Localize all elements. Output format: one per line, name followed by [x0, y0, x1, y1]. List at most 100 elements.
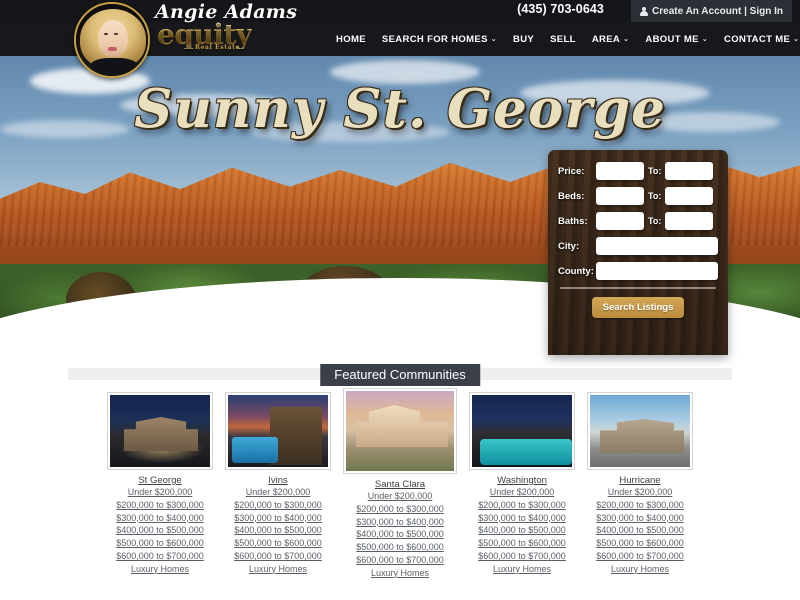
community-thumbnail[interactable]: [225, 392, 331, 470]
nav-item-contact-me[interactable]: CONTACT ME ⌄: [724, 34, 799, 45]
luxury-homes-link[interactable]: Luxury Homes: [470, 563, 574, 576]
price-range-link[interactable]: $300,000 to $400,000: [470, 512, 574, 525]
nav-item-sell[interactable]: SELL: [550, 34, 576, 45]
nav-label: HOME: [336, 33, 366, 45]
luxury-homes-link[interactable]: Luxury Homes: [226, 563, 330, 576]
price-range-link[interactable]: $200,000 to $300,000: [226, 499, 330, 512]
community-thumbnail[interactable]: [469, 392, 575, 470]
company-tagline: Real Estate: [195, 44, 240, 51]
hero-title: Sunny St. George: [134, 78, 666, 140]
property-search-panel: Price: To: Beds: To: Baths: To: City: Co…: [548, 150, 728, 355]
portrait-eye: [104, 33, 108, 35]
beds-min-input[interactable]: [596, 187, 644, 205]
price-range-link[interactable]: Under $200,000: [344, 490, 456, 503]
price-range-link[interactable]: $400,000 to $500,000: [226, 524, 330, 537]
price-range-link[interactable]: $600,000 to $700,000: [344, 554, 456, 567]
price-max-input[interactable]: [665, 162, 714, 180]
price-to-label: To:: [648, 166, 662, 176]
beds-max-input[interactable]: [665, 187, 714, 205]
price-label: Price:: [558, 165, 585, 177]
nav-label: CONTACT ME: [724, 33, 791, 45]
price-range-link[interactable]: $600,000 to $700,000: [108, 550, 212, 563]
nav-item-about-me[interactable]: ABOUT ME ⌄: [645, 34, 708, 45]
search-row-city: City:: [558, 237, 718, 255]
price-range-link[interactable]: $600,000 to $700,000: [226, 550, 330, 563]
price-range-link[interactable]: $600,000 to $700,000: [588, 550, 692, 563]
community-thumbnail[interactable]: [107, 392, 213, 470]
city-label: City:: [558, 240, 580, 252]
nav-item-area[interactable]: AREA ⌄: [592, 34, 630, 45]
nav-label: SELL: [550, 33, 576, 45]
phone-number[interactable]: (435) 703-0643: [517, 2, 604, 16]
search-row-county: County:: [558, 262, 718, 280]
thumbnail-image: [472, 395, 572, 467]
price-range-link[interactable]: $400,000 to $500,000: [108, 524, 212, 537]
luxury-homes-link[interactable]: Luxury Homes: [108, 563, 212, 576]
community-name-link[interactable]: Ivins: [226, 475, 330, 486]
nav-item-home[interactable]: HOME: [336, 34, 366, 45]
page-root: Sunny St. George Price: To: Beds: To: Ba…: [0, 0, 800, 600]
price-min-input[interactable]: [596, 162, 644, 180]
community-name-link[interactable]: Santa Clara: [344, 479, 456, 490]
luxury-homes-link[interactable]: Luxury Homes: [588, 563, 692, 576]
price-range-link[interactable]: $600,000 to $700,000: [470, 550, 574, 563]
price-range-link[interactable]: $200,000 to $300,000: [108, 499, 212, 512]
account-links-label: Create An Account | Sign In: [652, 5, 783, 17]
luxury-homes-link[interactable]: Luxury Homes: [344, 567, 456, 580]
beds-label: Beds:: [558, 190, 585, 202]
price-range-link[interactable]: $400,000 to $500,000: [470, 524, 574, 537]
agent-portrait: [74, 2, 150, 78]
community-name-link[interactable]: St George: [108, 475, 212, 486]
baths-min-input[interactable]: [596, 212, 644, 230]
featured-communities-list: St George Under $200,000 $200,000 to $30…: [0, 388, 800, 579]
portrait-lips: [108, 47, 117, 51]
price-range-link[interactable]: $500,000 to $600,000: [344, 541, 456, 554]
community-card: Santa Clara Under $200,000 $200,000 to $…: [343, 388, 457, 580]
community-name-link[interactable]: Washington: [470, 475, 574, 486]
price-range-link[interactable]: $200,000 to $300,000: [588, 499, 692, 512]
community-name-link[interactable]: Hurricane: [588, 475, 692, 486]
chevron-down-icon: ⌄: [701, 35, 709, 43]
community-card: Ivins Under $200,000 $200,000 to $300,00…: [225, 392, 331, 576]
price-range-link[interactable]: $300,000 to $400,000: [344, 516, 456, 529]
community-thumbnail[interactable]: [587, 392, 693, 470]
price-range-link[interactable]: $300,000 to $400,000: [108, 512, 212, 525]
price-range-link[interactable]: $200,000 to $300,000: [344, 503, 456, 516]
nav-label: AREA: [591, 33, 621, 45]
city-input[interactable]: [596, 237, 718, 255]
county-label: County:: [558, 265, 594, 277]
price-range-link[interactable]: Under $200,000: [108, 486, 212, 499]
price-range-link[interactable]: $400,000 to $500,000: [344, 528, 456, 541]
portrait-eye: [114, 33, 118, 35]
community-thumbnail[interactable]: [343, 388, 457, 474]
person-icon: [640, 6, 649, 16]
price-range-link[interactable]: $500,000 to $600,000: [108, 537, 212, 550]
baths-max-input[interactable]: [665, 212, 714, 230]
nav-label: SEARCH FOR HOMES: [381, 33, 488, 45]
community-card: Hurricane Under $200,000 $200,000 to $30…: [587, 392, 693, 576]
chevron-down-icon: ⌄: [623, 35, 630, 43]
thumbnail-image: [590, 395, 690, 467]
price-range-link[interactable]: $500,000 to $600,000: [470, 537, 574, 550]
price-range-link[interactable]: $300,000 to $400,000: [588, 512, 692, 525]
price-range-link[interactable]: Under $200,000: [470, 486, 574, 499]
search-row-beds: Beds: To:: [558, 187, 718, 205]
portrait-face: [98, 20, 128, 57]
nav-label: BUY: [513, 33, 535, 45]
search-listings-button[interactable]: Search Listings: [591, 297, 685, 318]
account-links[interactable]: Create An Account | Sign In: [631, 0, 792, 22]
thumbnail-image: [110, 395, 210, 467]
price-range-link[interactable]: $200,000 to $300,000: [470, 499, 574, 512]
county-input[interactable]: [596, 262, 718, 280]
nav-item-search-for-homes[interactable]: SEARCH FOR HOMES ⌄: [382, 34, 497, 45]
price-range-link[interactable]: $400,000 to $500,000: [588, 524, 692, 537]
price-range-link[interactable]: Under $200,000: [226, 486, 330, 499]
price-range-link[interactable]: $500,000 to $600,000: [588, 537, 692, 550]
price-range-link[interactable]: $500,000 to $600,000: [226, 537, 330, 550]
price-range-link[interactable]: $300,000 to $400,000: [226, 512, 330, 525]
nav-item-buy[interactable]: BUY: [513, 34, 534, 45]
search-row-baths: Baths: To:: [558, 212, 718, 230]
price-range-link[interactable]: Under $200,000: [588, 486, 692, 499]
featured-heading: Featured Communities: [320, 364, 480, 386]
panel-divider: [560, 287, 716, 289]
